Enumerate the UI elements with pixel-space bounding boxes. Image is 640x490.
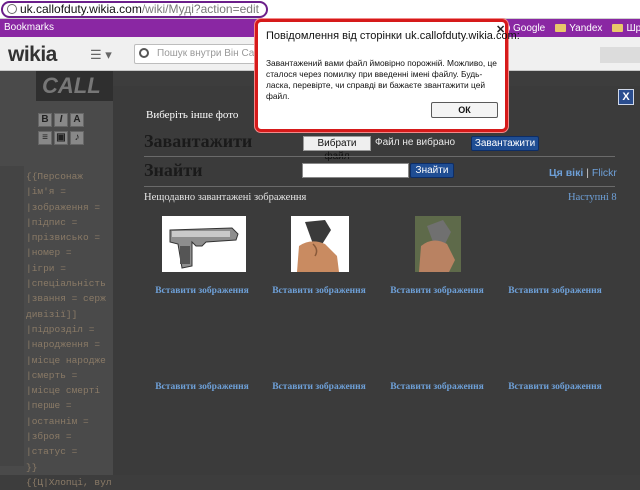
- choose-file-button[interactable]: Вибрати файл: [303, 136, 371, 162]
- alert-dialog: ✕ Повідомлення від сторінки uk.callofdut…: [255, 19, 520, 132]
- next-8-link[interactable]: Наступні 8: [568, 192, 617, 203]
- insert-image-link[interactable]: Вставити зображення: [499, 286, 611, 296]
- thumbnail-pistol-hand[interactable]: [291, 216, 349, 272]
- modal-close-button[interactable]: X: [618, 89, 634, 105]
- choose-other-photo: Виберіть інше фото: [146, 109, 239, 121]
- find-heading: Знайти: [144, 160, 203, 180]
- hamburger-menu-icon[interactable]: ☰ ▾: [90, 47, 124, 63]
- divider: [144, 156, 615, 157]
- bold-button[interactable]: B: [38, 113, 52, 127]
- wikia-logo[interactable]: wikia: [8, 43, 57, 67]
- thumbnail-pistol-silver[interactable]: [162, 216, 246, 272]
- alert-title: Повідомлення від сторінки uk.callofduty.…: [266, 30, 520, 42]
- search-input[interactable]: Пошук внутри Він Саll: [134, 44, 262, 64]
- divider: [144, 186, 615, 187]
- alert-message: Завантажений вами файл ймовірно порожній…: [266, 58, 497, 101]
- folder-icon: [555, 24, 567, 32]
- media-button[interactable]: ♪: [70, 131, 84, 145]
- thumbnail-revolver-hand[interactable]: [415, 216, 461, 272]
- editor-background: CALL B I A ≡ ▣ ♪ {{Персонаж |ім'я = |зобр…: [0, 71, 113, 488]
- image-button[interactable]: ▣: [54, 131, 68, 145]
- url-host: uk.callofduty.wikia.com: [20, 2, 142, 16]
- insert-image-link[interactable]: Вставити зображення: [499, 382, 611, 392]
- header-user-area[interactable]: [600, 47, 640, 63]
- upload-button[interactable]: Завантажити: [471, 136, 539, 151]
- italic-button[interactable]: I: [54, 113, 68, 127]
- insert-image-link[interactable]: Вставити зображення: [381, 286, 493, 296]
- search-placeholder: Пошук внутри Він Саll: [157, 48, 259, 59]
- source-separator: |: [586, 167, 589, 179]
- link-button[interactable]: A: [70, 113, 84, 127]
- no-file-label: Файл не вибрано: [375, 137, 456, 148]
- url-path: /wiki/Муді?action=edit: [141, 2, 259, 16]
- insert-image-link[interactable]: Вставити зображення: [146, 382, 258, 392]
- list-button[interactable]: ≡: [38, 131, 52, 145]
- alert-ok-button[interactable]: ОК: [431, 102, 498, 118]
- source-links: Ця вікі | Flickr: [549, 167, 617, 179]
- find-button[interactable]: Знайти: [410, 163, 454, 178]
- search-icon: [139, 48, 149, 58]
- bookmarks-menu[interactable]: Bookmarks: [4, 22, 54, 33]
- address-bar-area: uk.callofduty.wikia.com/wiki/Муді?action…: [0, 0, 640, 19]
- address-bar[interactable]: uk.callofduty.wikia.com/wiki/Муді?action…: [1, 1, 268, 18]
- upload-heading: Завантажити: [144, 131, 253, 151]
- insert-image-link[interactable]: Вставити зображення: [263, 382, 375, 392]
- bookmark-yandex[interactable]: Yandex: [555, 23, 602, 34]
- image-upload-modal: X Виберіть інше фото Завантажити Вибрати…: [113, 86, 640, 475]
- bookmark-fonts[interactable]: Шрифт: [612, 23, 640, 34]
- code-gutter: [0, 166, 24, 466]
- wiki-banner: CALL: [36, 71, 113, 101]
- insert-image-link[interactable]: Вставити зображення: [381, 382, 493, 392]
- insert-image-link[interactable]: Вставити зображення: [263, 286, 375, 296]
- globe-icon: [7, 4, 17, 14]
- source-flickr-link[interactable]: Flickr: [592, 167, 617, 179]
- insert-image-link[interactable]: Вставити зображення: [146, 286, 258, 296]
- recent-uploads-label: Нещодавно завантажені зображення: [144, 192, 307, 203]
- wikitext-code[interactable]: {{Персонаж |ім'я = |зображення = |підпис …: [26, 169, 113, 490]
- editor-toolbar: B I A ≡ ▣ ♪: [36, 107, 113, 155]
- folder-icon: [612, 24, 624, 32]
- source-this-wiki-link[interactable]: Ця вікі: [549, 167, 583, 179]
- find-input[interactable]: [302, 163, 409, 178]
